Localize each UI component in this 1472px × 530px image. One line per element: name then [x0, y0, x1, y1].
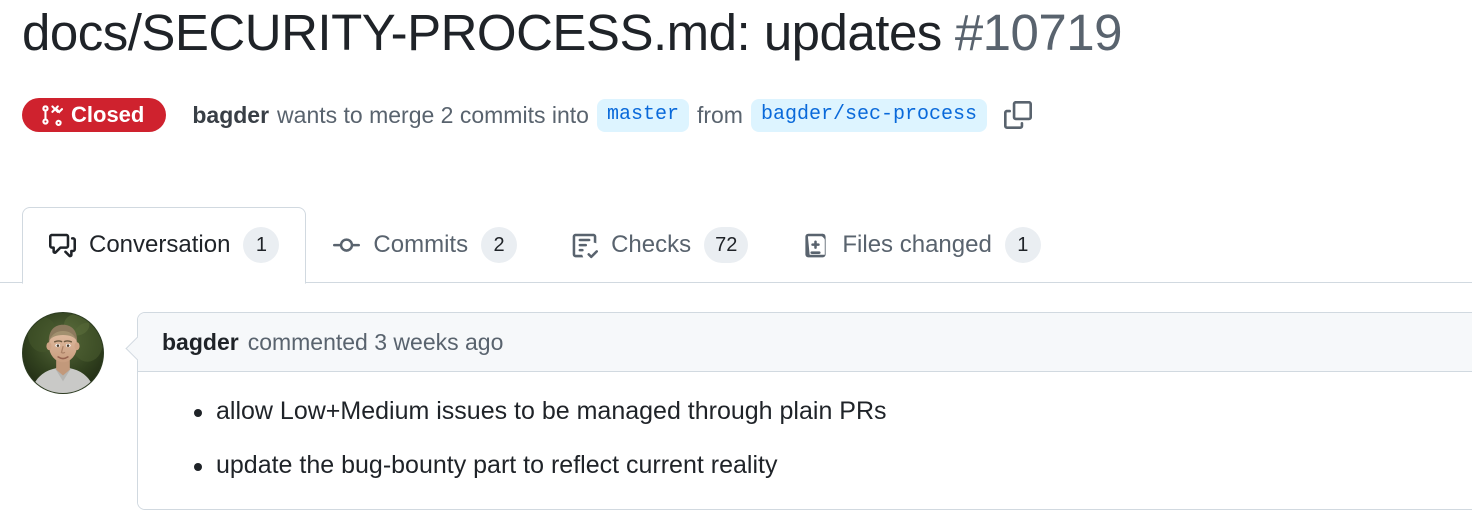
status-badge: Closed	[22, 98, 167, 132]
tab-checks-label: Checks	[611, 231, 692, 258]
comment-body: allow Low+Medium issues to be managed th…	[138, 372, 1472, 509]
base-branch-chip[interactable]: master	[596, 98, 689, 132]
merge-wants-text: wants to merge 2 commits into	[277, 101, 589, 128]
pull-request-page: docs/SECURITY-PROCESS.md: updates #10719…	[0, 0, 1472, 530]
list-item: update the bug-bounty part to reflect cu…	[194, 451, 1472, 480]
file-diff-icon	[802, 232, 829, 259]
comment-bullet-list: allow Low+Medium issues to be managed th…	[162, 397, 1472, 480]
pr-tab-bar: Conversation 1 Commits 2 Checks 72 Files…	[0, 207, 1472, 284]
comment-timestamp: commented 3 weeks ago	[247, 329, 504, 355]
tab-conversation-label: Conversation	[89, 231, 231, 258]
checklist-icon	[571, 232, 599, 259]
tab-files-changed[interactable]: Files changed 1	[775, 207, 1067, 283]
tab-files-changed-counter: 1	[1004, 227, 1041, 263]
tab-conversation[interactable]: Conversation 1	[22, 207, 307, 284]
tab-conversation-counter: 1	[243, 227, 280, 263]
tab-checks[interactable]: Checks 72	[544, 207, 775, 283]
pr-author-link[interactable]: bagder	[192, 102, 269, 129]
comment-header: bagder commented 3 weeks ago	[138, 313, 1472, 372]
git-commit-icon	[333, 232, 361, 259]
page-title: docs/SECURITY-PROCESS.md: updates #10719	[22, 4, 1123, 63]
pr-title-text: docs/SECURITY-PROCESS.md: updates	[22, 4, 942, 61]
avatar[interactable]	[22, 312, 104, 394]
timeline-comment: bagder commented 3 weeks ago allow Low+M…	[22, 312, 1472, 510]
tab-checks-counter: 72	[704, 227, 749, 263]
status-badge-label: Closed	[71, 102, 145, 127]
merge-from-text: from	[696, 101, 743, 128]
tab-commits[interactable]: Commits 2	[306, 207, 544, 283]
comment-author-link[interactable]: bagder	[162, 329, 239, 356]
copy-icon[interactable]	[1001, 98, 1035, 132]
merge-description: bagder wants to merge 2 commits into mas…	[192, 98, 988, 132]
list-item: allow Low+Medium issues to be managed th…	[194, 397, 1472, 426]
comment-box: bagder commented 3 weeks ago allow Low+M…	[137, 312, 1472, 510]
pr-meta-row: Closed bagder wants to merge 2 commits i…	[22, 98, 1035, 132]
tab-files-changed-label: Files changed	[842, 231, 992, 258]
head-branch-chip[interactable]: bagder/sec-process	[750, 98, 988, 132]
comment-discussion-icon	[49, 232, 76, 259]
tab-commits-label: Commits	[373, 231, 469, 258]
tab-commits-counter: 2	[481, 227, 518, 263]
pr-number: #10719	[954, 4, 1123, 61]
git-pull-request-closed-icon	[41, 104, 63, 126]
